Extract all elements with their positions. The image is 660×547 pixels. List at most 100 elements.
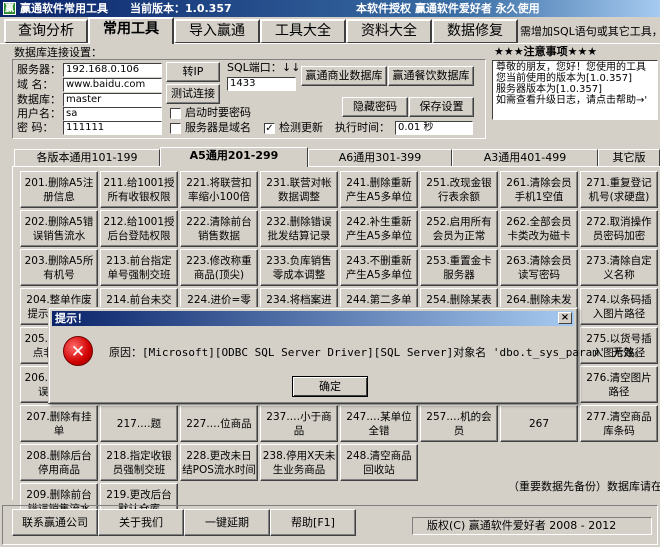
title-bar: 赢 赢通软件常用工具 当前版本：1.0.357 本软件授权 赢通软件爱好者 永久… xyxy=(0,0,660,17)
tool-button[interactable]: 263.清除会员读写密码 xyxy=(500,249,578,286)
username-input[interactable]: sa xyxy=(63,107,162,121)
close-icon[interactable]: × xyxy=(558,312,572,324)
license-label: 本软件授权 赢通软件爱好者 永久使用 xyxy=(356,2,540,15)
tool-button[interactable]: 211.给1001授所有收银权限 xyxy=(100,171,178,208)
marquee-text: 需增加SQL语句或其它工具， xyxy=(520,25,660,38)
tool-button[interactable]: 257.…机的会员 xyxy=(420,405,498,442)
server-is-domain-label: 服务器是域名 xyxy=(185,121,251,134)
sql-port-label: SQL端口： xyxy=(227,61,282,74)
tool-button[interactable]: 276.清空图片路径 xyxy=(580,366,658,403)
check-update-checkbox[interactable]: ✓ xyxy=(264,123,275,134)
tool-button[interactable]: 277.清空商品库条码 xyxy=(580,405,658,442)
notes-line: 您当前使用的版本为[1.0.357] xyxy=(496,73,632,84)
notes-line: 如需查看升级日志，请点击帮助→' xyxy=(496,95,648,106)
database-label: 数据库： xyxy=(17,93,61,106)
server-input[interactable]: 192.168.0.106 xyxy=(63,63,162,77)
tool-button[interactable]: 223.修改称重商品(顶尖) xyxy=(180,249,258,286)
password-input[interactable]: 111111 xyxy=(63,121,162,135)
tool-button[interactable]: 242.补生重新产生A5多单位 xyxy=(340,210,418,247)
tool-button[interactable]: 271.重复登记机号(求硬盘) xyxy=(580,171,658,208)
extend-button[interactable]: 一键延期 xyxy=(184,509,270,536)
catering-db-button[interactable]: 赢通餐饮数据库 xyxy=(388,66,474,86)
tab-common-tools[interactable]: 常用工具 xyxy=(88,17,174,44)
tool-button[interactable]: 221.将联营扣率缩小100倍 xyxy=(180,171,258,208)
tool-button[interactable]: 237.…小于商品 xyxy=(260,405,338,442)
tool-button[interactable]: 247.…某单位全错 xyxy=(340,405,418,442)
dialog-message: 原因：[Microsoft][ODBC SQL Server Driver][S… xyxy=(109,346,646,359)
error-icon: ✕ xyxy=(63,336,93,366)
version-label: 当前版本：1.0.357 xyxy=(130,2,232,15)
tool-button[interactable]: 218.指定收银员强制交班 xyxy=(100,444,178,481)
tool-button[interactable]: 273.清除自定义名称 xyxy=(580,249,658,286)
tool-button[interactable]: 203.删除A5所有机号 xyxy=(20,249,98,286)
about-button[interactable]: 关于我们 xyxy=(98,509,184,536)
sql-port-input[interactable]: 1433 xyxy=(227,77,296,91)
backup-hint: （重要数据先备份）数据库请在 xyxy=(508,480,660,493)
subtab-other[interactable]: 其它版 xyxy=(598,149,660,166)
subtab-a6[interactable]: A6通用301-399 xyxy=(308,149,452,166)
database-input[interactable]: master xyxy=(63,93,162,107)
tool-button[interactable]: 248.清空商品回收站 xyxy=(340,444,418,481)
error-dialog: 提示！ × ✕ 原因：[Microsoft][ODBC SQL Server D… xyxy=(48,307,645,404)
tool-button[interactable]: 222.清除前台销售数据 xyxy=(180,210,258,247)
tab-query-analysis[interactable]: 查询分析 xyxy=(4,19,88,43)
tool-button[interactable]: 202.删除A5错误销售流水 xyxy=(20,210,98,247)
db-group-title: 数据库连接设置： xyxy=(14,46,102,59)
commercial-db-button[interactable]: 赢通商业数据库 xyxy=(301,66,387,86)
hide-password-button[interactable]: 隐藏密码 xyxy=(342,97,408,117)
contact-button[interactable]: 联系赢通公司 xyxy=(12,509,98,536)
remember-password-label: 启动时要密码 xyxy=(185,106,251,119)
check-update-label: 检测更新 xyxy=(279,121,323,134)
exec-time-value: 0.01 秒 xyxy=(395,121,473,135)
tab-import[interactable]: 导入赢通 xyxy=(174,19,260,43)
tool-button[interactable]: 243.不删重新产生A5多单位 xyxy=(340,249,418,286)
tool-button[interactable]: 231.联营对帐数据调整 xyxy=(260,171,338,208)
tool-button[interactable]: 251.改现金银行表余额 xyxy=(420,171,498,208)
tool-button[interactable]: 213.前台指定单号强制交班 xyxy=(100,249,178,286)
tool-button[interactable]: 261.清除会员手机1空值 xyxy=(500,171,578,208)
subtab-a5[interactable]: A5通用201-299 xyxy=(160,147,308,167)
ok-button[interactable]: 确定 xyxy=(292,376,368,397)
remember-password-checkbox[interactable] xyxy=(170,108,181,119)
tool-button[interactable]: 253.重置金卡服务器 xyxy=(420,249,498,286)
app-icon: 赢 xyxy=(3,2,16,15)
save-settings-button[interactable]: 保存设置 xyxy=(409,97,474,117)
help-button[interactable]: 帮助[F1] xyxy=(270,509,356,536)
copyright-label: 版权(C) 赢通软件爱好者 2008 - 2012 xyxy=(412,517,652,535)
server-is-domain-checkbox[interactable] xyxy=(170,123,181,134)
password-label: 密 码： xyxy=(17,121,54,134)
dialog-title-bar: 提示！ × xyxy=(52,311,574,326)
notes-line: 服务器版本为[1.0.357] xyxy=(496,84,602,95)
tool-button[interactable]: 238.停用X天未生业务商品 xyxy=(260,444,338,481)
tool-button[interactable]: 227.…位商品 xyxy=(180,405,258,442)
tool-button[interactable]: 232.删除错误批发结算记录 xyxy=(260,210,338,247)
tool-button[interactable]: 207.删除有挂单 xyxy=(20,405,98,442)
tool-button[interactable]: 272.取消操作员密码加密 xyxy=(580,210,658,247)
test-connection-button[interactable]: 测试连接 xyxy=(166,84,220,104)
tool-button[interactable]: 233.负库销售零成本调整 xyxy=(260,249,338,286)
tab-tools-collection[interactable]: 工具大全 xyxy=(260,19,346,43)
dialog-title: 提示！ xyxy=(55,312,88,325)
tab-resources[interactable]: 资料大全 xyxy=(346,19,432,43)
tool-button[interactable]: 267 xyxy=(500,405,578,442)
tool-button[interactable]: 208.删除后台停用商品 xyxy=(20,444,98,481)
notes-title: ★★★注意事项★★★ xyxy=(494,45,598,58)
tool-button[interactable]: 217.…题 xyxy=(100,405,178,442)
server-label: 服务器： xyxy=(17,63,61,76)
subtab-general[interactable]: 各版本通用101-199 xyxy=(14,149,160,166)
tool-button[interactable]: 212.给1001授后台登陆权限 xyxy=(100,210,178,247)
tool-button[interactable]: 241.删除重新产生A5多单位 xyxy=(340,171,418,208)
tool-button[interactable]: 228.更改未日结POS流水时间 xyxy=(180,444,258,481)
tool-button[interactable]: 274.以条码插入图片路径 xyxy=(580,288,658,325)
window-title: 赢通软件常用工具 xyxy=(20,2,108,15)
convert-ip-button[interactable]: 转IP xyxy=(166,62,220,82)
notes-box[interactable]: 尊敬的朋友，您好！您使用的工具 您当前使用的版本为[1.0.357] 服务器版本… xyxy=(492,60,658,120)
subtab-a3[interactable]: A3通用401-499 xyxy=(452,149,598,166)
tool-button[interactable]: 252.启用所有会员为正常 xyxy=(420,210,498,247)
tool-button[interactable]: 262.全部会员卡类改为磁卡 xyxy=(500,210,578,247)
notes-line: 尊敬的朋友，您好！您使用的工具 xyxy=(496,62,646,73)
tool-button[interactable]: 201.删除A5注册信息 xyxy=(20,171,98,208)
domain-input[interactable]: www.baidu.com xyxy=(63,78,162,92)
tab-data-repair[interactable]: 数据修复 xyxy=(432,19,518,43)
username-label: 用户名： xyxy=(17,107,61,120)
